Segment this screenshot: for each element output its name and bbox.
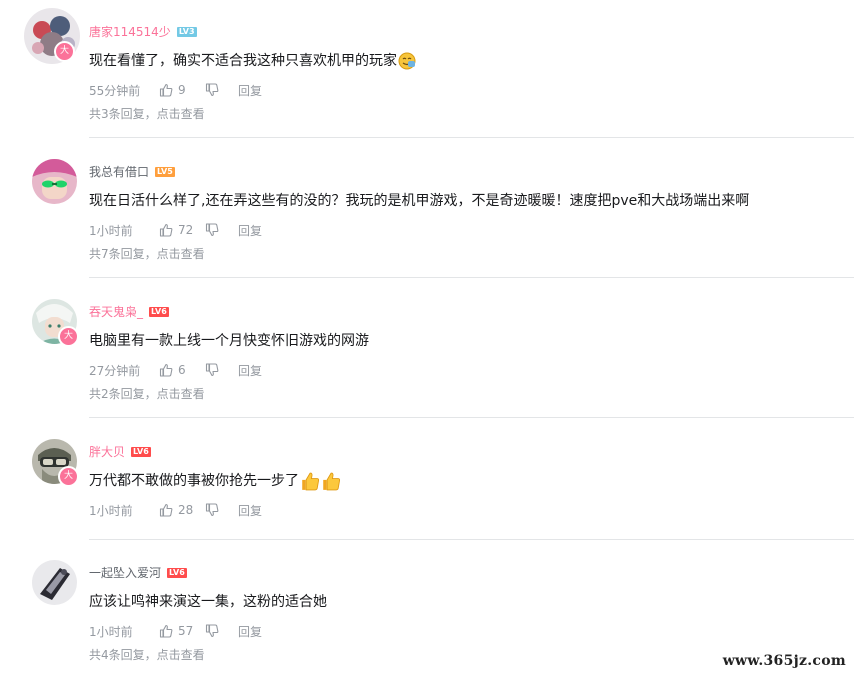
like-button[interactable]: 9 <box>159 83 205 97</box>
comment-text-body: 应该让鸣神来演这一集，这粉的适合她 <box>89 594 327 610</box>
reply-button[interactable]: 回复 <box>238 362 262 379</box>
comment-text-body: 现在看懂了，确实不适合我这种只喜欢机甲的玩家 <box>89 53 397 69</box>
comment-meta: 1小时前 57 回复 <box>89 623 262 639</box>
level-tag: LV3 <box>176 27 197 37</box>
view-replies-link[interactable]: 共3条回复，点击查看 <box>89 106 205 122</box>
reply-button[interactable]: 回复 <box>238 502 262 519</box>
thumbs-up-icon <box>159 223 173 237</box>
user-line: 一起坠入爱河 LV6 <box>89 565 187 581</box>
like-button[interactable]: 57 <box>159 624 205 638</box>
level-tag: LV6 <box>149 307 169 317</box>
like-count: 28 <box>178 503 194 517</box>
comment-item: 大 胖大贝 LV6 万代都不敢做的事被你抢先一步了 1小时前 28 回复 <box>0 420 854 540</box>
like-button[interactable]: 6 <box>159 363 205 377</box>
comment-text-body: 万代都不敢做的事被你抢先一步了 <box>89 473 299 489</box>
level-tag: LV5 <box>155 167 175 177</box>
thumbs-up-emoji-icon <box>302 472 320 491</box>
avatar[interactable]: 大 <box>24 8 80 64</box>
like-button[interactable]: 28 <box>159 503 205 517</box>
username[interactable]: 胖大贝 <box>89 444 125 460</box>
comment-time: 1小时前 <box>89 503 133 518</box>
thumbs-up-emoji-icon <box>323 472 341 491</box>
vip-badge: 大 <box>58 326 79 347</box>
comment-text: 电脑里有一款上线一个月快变怀旧游戏的网游 <box>89 331 369 351</box>
comment-item: 我总有借口 LV5 现在日活什么样了,还在弄这些有的没的？我玩的是机甲游戏，不是… <box>0 140 854 278</box>
view-replies-link[interactable]: 共7条回复，点击查看 <box>89 246 205 262</box>
user-line: 吞天鬼枭_ LV6 <box>89 304 169 320</box>
view-replies-link[interactable]: 共2条回复，点击查看 <box>89 386 205 402</box>
divider <box>89 137 854 138</box>
avatar[interactable]: 大 <box>32 439 79 487</box>
comment-item: 大 吞天鬼枭_ LV6 电脑里有一款上线一个月快变怀旧游戏的网游 27分钟前 6… <box>0 280 854 418</box>
face-emoji-icon <box>398 52 416 70</box>
divider <box>89 539 854 540</box>
thumbs-down-icon <box>205 503 219 517</box>
thumbs-up-icon <box>159 503 173 517</box>
comment-meta: 27分钟前 6 回复 <box>89 362 262 378</box>
dislike-button[interactable] <box>205 363 238 377</box>
thumbs-up-icon <box>159 624 173 638</box>
username[interactable]: 吞天鬼枭_ <box>89 304 143 320</box>
comment-text-body: 现在日活什么样了,还在弄这些有的没的？我玩的是机甲游戏，不是奇迹暖暖！速度把pv… <box>89 193 750 209</box>
dislike-button[interactable] <box>205 83 238 97</box>
comment-time: 27分钟前 <box>89 363 141 378</box>
username[interactable]: 唐家114514少 <box>89 24 171 40</box>
comment-text: 万代都不敢做的事被你抢先一步了 <box>89 471 341 491</box>
reply-button[interactable]: 回复 <box>238 222 262 239</box>
like-count: 9 <box>178 83 186 97</box>
comment-time: 55分钟前 <box>89 83 141 98</box>
like-count: 72 <box>178 223 194 237</box>
thumbs-up-icon <box>159 363 173 377</box>
vip-badge: 大 <box>54 41 75 62</box>
thumbs-down-icon <box>205 624 219 638</box>
thumbs-down-icon <box>205 83 219 97</box>
divider <box>89 277 854 278</box>
comment-text: 应该让鸣神来演这一集，这粉的适合她 <box>89 592 327 612</box>
username[interactable]: 一起坠入爱河 <box>89 565 161 581</box>
thumbs-up-icon <box>159 83 173 97</box>
divider <box>89 417 854 418</box>
username[interactable]: 我总有借口 <box>89 164 149 180</box>
avatar[interactable] <box>32 560 77 605</box>
comment-text: 现在日活什么样了,还在弄这些有的没的？我玩的是机甲游戏，不是奇迹暖暖！速度把pv… <box>89 191 749 211</box>
avatar[interactable]: 大 <box>32 299 79 347</box>
comment-meta: 55分钟前 9 回复 <box>89 82 262 98</box>
comment-item: 大 唐家114514少 LV3 现在看懂了，确实不适合我这种只喜欢机甲的玩家 5… <box>0 0 854 138</box>
reply-button[interactable]: 回复 <box>238 82 262 99</box>
like-count: 57 <box>178 624 194 638</box>
level-tag: LV6 <box>131 447 151 457</box>
reply-button[interactable]: 回复 <box>238 623 262 640</box>
avatar[interactable] <box>32 159 77 204</box>
like-button[interactable]: 72 <box>159 223 205 237</box>
comment-meta: 1小时前 28 回复 <box>89 502 262 518</box>
user-line: 唐家114514少 LV3 <box>89 24 197 40</box>
comment-text: 现在看懂了，确实不适合我这种只喜欢机甲的玩家 <box>89 51 416 71</box>
user-line: 我总有借口 LV5 <box>89 164 175 180</box>
site-watermark: www.365jz.com <box>722 653 846 669</box>
level-tag: LV6 <box>167 568 187 578</box>
like-count: 6 <box>178 363 186 377</box>
thumbs-down-icon <box>205 223 219 237</box>
comment-text-body: 电脑里有一款上线一个月快变怀旧游戏的网游 <box>89 333 369 349</box>
view-replies-link[interactable]: 共4条回复，点击查看 <box>89 647 205 663</box>
avatar-image <box>32 560 77 605</box>
user-line: 胖大贝 LV6 <box>89 444 151 460</box>
vip-badge: 大 <box>58 466 79 487</box>
comment-time: 1小时前 <box>89 624 133 639</box>
comment-meta: 1小时前 72 回复 <box>89 222 262 238</box>
dislike-button[interactable] <box>205 624 238 638</box>
thumbs-down-icon <box>205 363 219 377</box>
comment-time: 1小时前 <box>89 223 133 238</box>
avatar-image <box>32 159 77 204</box>
dislike-button[interactable] <box>205 503 238 517</box>
dislike-button[interactable] <box>205 223 238 237</box>
